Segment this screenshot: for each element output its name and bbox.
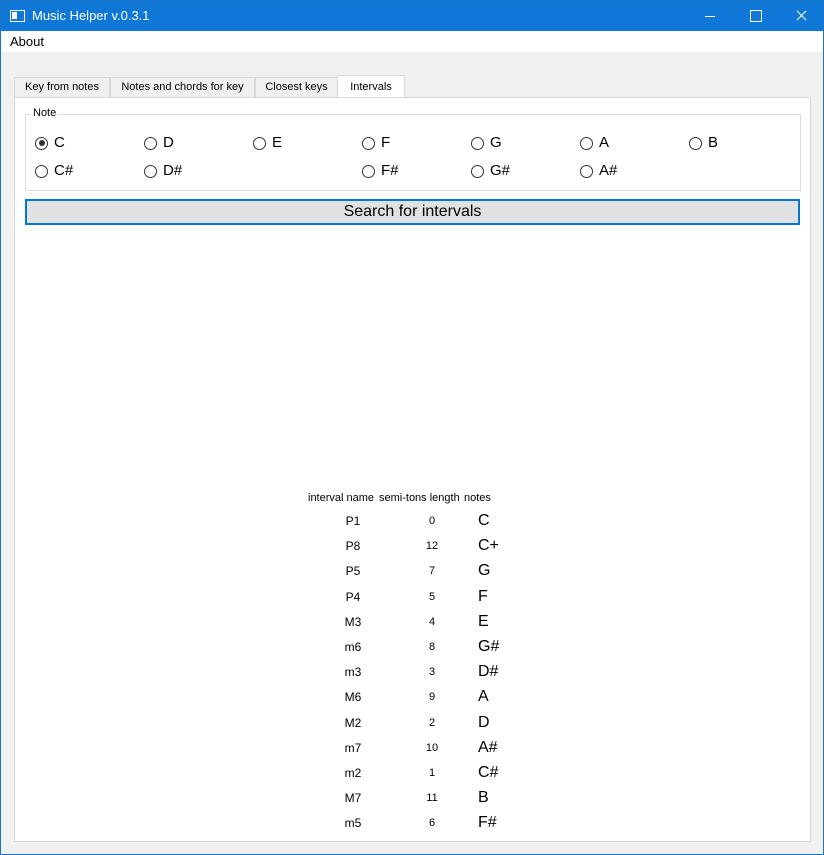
interval-name-cell: M7 — [344, 791, 362, 806]
interval-name-cell: M2 — [344, 715, 362, 730]
semitones-cell: 10 — [425, 741, 439, 754]
interval-name-cell: P4 — [345, 589, 361, 604]
note-cell: A# — [478, 738, 498, 756]
semitones-cell: 3 — [428, 666, 436, 679]
interval-name-cell: M3 — [344, 614, 362, 629]
semitones-cell: 6 — [428, 817, 436, 830]
window-title: Music Helper v.0.3.1 — [32, 8, 150, 23]
interval-name-cell: m7 — [344, 740, 362, 755]
intervals-results: interval name semi-tons length notes P1 0… — [15, 98, 812, 843]
interval-name-cell: P8 — [345, 539, 361, 554]
interval-name-cell: M6 — [344, 690, 362, 705]
semitones-cell: 5 — [428, 590, 436, 603]
interval-name-cell: P5 — [345, 564, 361, 579]
interval-name-cell: m3 — [344, 665, 362, 680]
note-cell: B — [478, 789, 489, 807]
note-cell: C+ — [478, 537, 499, 555]
menu-about[interactable]: About — [10, 35, 44, 49]
semitones-cell: 12 — [425, 540, 439, 553]
semitones-cell: 11 — [426, 792, 438, 805]
note-cell: G — [478, 562, 491, 580]
semitones-cell: 1 — [428, 767, 436, 779]
tab-key-from-notes[interactable]: Key from notes — [14, 77, 110, 98]
note-cell: G# — [478, 638, 500, 655]
menu-bar: About — [1, 31, 823, 52]
tab-intervals[interactable]: Intervals — [337, 75, 405, 99]
note-cell: F — [478, 587, 488, 605]
interval-name-cell: m6 — [344, 640, 362, 654]
note-cell: D# — [478, 663, 499, 681]
note-cell: D — [478, 713, 490, 731]
header-notes: notes — [464, 492, 491, 504]
note-cell: A — [478, 688, 489, 706]
intervals-panel: Note C D E F G A B C# D# F# G# A# Search for interv… — [14, 97, 811, 842]
header-interval-name: interval name — [308, 492, 375, 504]
interval-name-cell: P1 — [345, 514, 361, 528]
title-bar[interactable]: Music Helper v.0.3.1 — [1, 1, 823, 31]
app-window: Music Helper v.0.3.1 About Key from note… — [0, 0, 824, 855]
note-cell: F# — [478, 814, 497, 832]
header-semitones-length: semi-tons length — [379, 492, 460, 504]
note-cell: C — [478, 512, 490, 529]
tab-closest-keys[interactable]: Closest keys — [255, 77, 338, 98]
interval-name-cell: m2 — [344, 766, 362, 780]
note-cell: E — [478, 612, 489, 630]
maximize-button[interactable] — [732, 1, 778, 31]
semitones-cell: 8 — [428, 641, 436, 653]
note-cell: C# — [478, 764, 499, 781]
semitones-cell: 0 — [428, 515, 436, 527]
semitones-cell: 7 — [428, 565, 436, 578]
semitones-cell: 2 — [428, 716, 436, 729]
close-button[interactable] — [778, 1, 824, 31]
minimize-button[interactable] — [686, 1, 732, 31]
semitones-cell: 9 — [428, 691, 436, 704]
tab-notes-and-chords-for-key[interactable]: Notes and chords for key — [110, 77, 255, 98]
semitones-cell: 4 — [428, 615, 436, 628]
interval-name-cell: m5 — [344, 816, 362, 831]
app-icon — [10, 10, 25, 22]
